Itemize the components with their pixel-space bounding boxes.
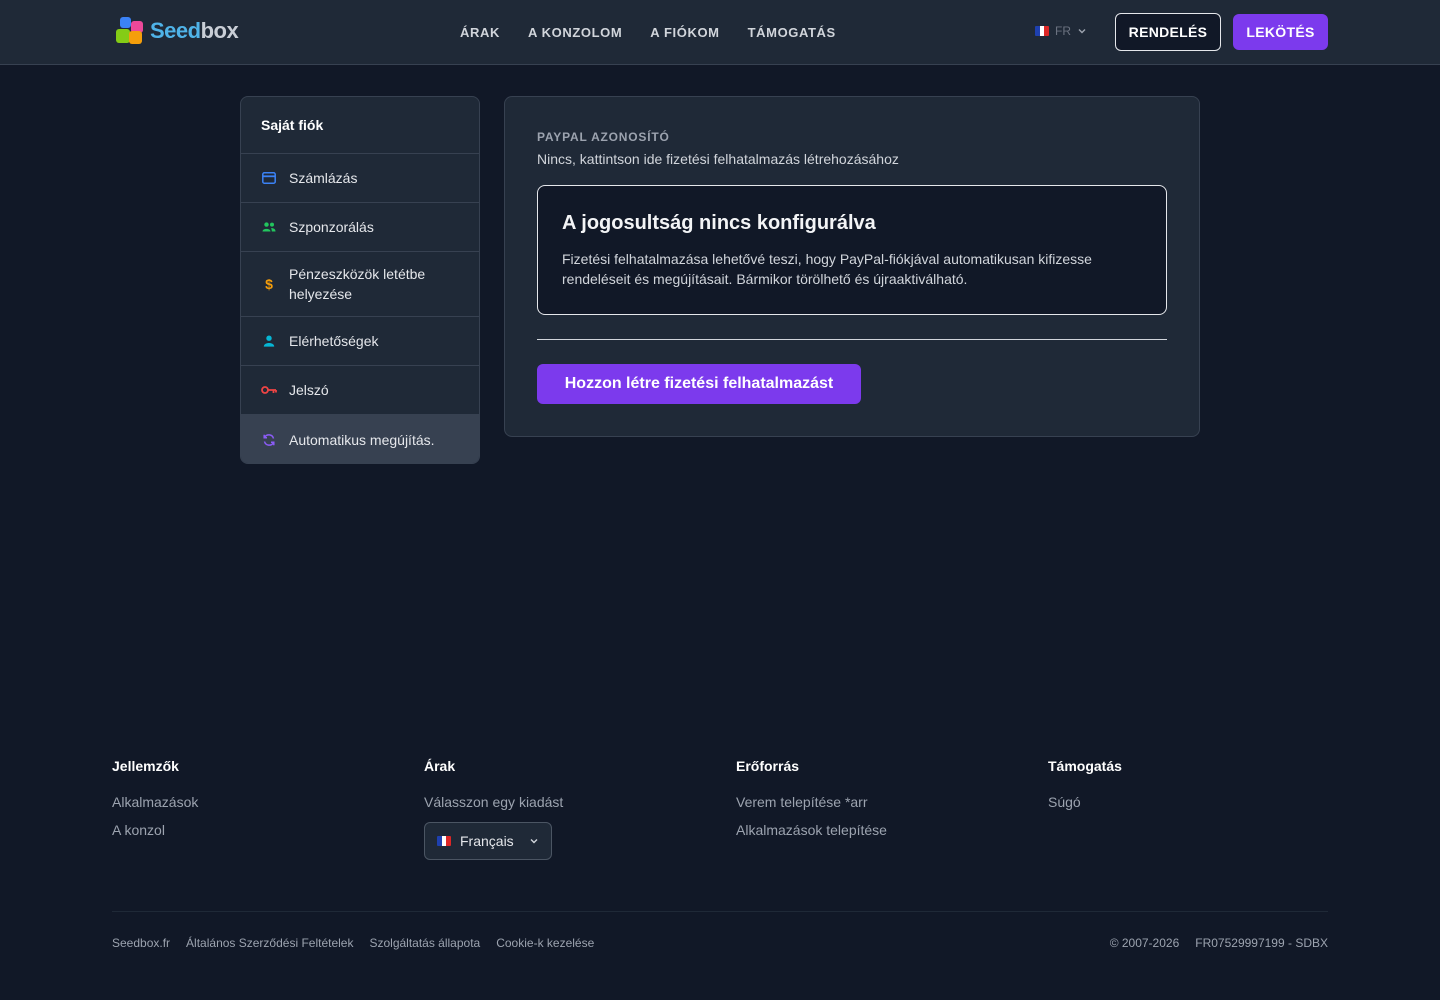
logo-cubes-icon — [114, 15, 148, 47]
auto-renewal-panel: PAYPAL AZONOSÍTÓ Nincs, kattintson ide f… — [504, 96, 1200, 437]
paypal-id-value[interactable]: Nincs, kattintson ide fizetési felhatalm… — [537, 151, 899, 167]
nav-console[interactable]: A KONZOLOM — [528, 25, 622, 40]
account-sidebar: Saját fiók Számlázás Szponzorálás $ Pénz… — [240, 96, 480, 464]
sidebar-item-label: Pénzeszközök letétbe helyezése — [289, 266, 426, 302]
sidebar-item-label: Jelszó — [289, 382, 329, 398]
authorization-alert: A jogosultság nincs konfigurálva Fizetés… — [537, 185, 1167, 315]
footer-link-cookies[interactable]: Cookie-k kezelése — [496, 936, 594, 950]
french-flag-icon — [1035, 26, 1049, 36]
footer-column-title: Erőforrás — [736, 758, 800, 774]
footer-link-help[interactable]: Súgó — [1048, 794, 1122, 812]
sidebar-item-label: Automatikus megújítás. — [289, 431, 435, 448]
paypal-id-label: PAYPAL AZONOSÍTÓ — [537, 130, 670, 144]
alert-text: Fizetési felhatalmazása lehetővé teszi, … — [562, 251, 1092, 287]
commit-button[interactable]: LEKÖTÉS — [1233, 14, 1328, 50]
footer-link-status[interactable]: Szolgáltatás állapota — [369, 936, 480, 950]
sidebar-item-sponsorship[interactable]: Szponzorálás — [241, 203, 479, 252]
create-authorization-button[interactable]: Hozzon létre fizetési felhatalmazást — [537, 364, 861, 404]
footer-link-apps[interactable]: Alkalmazások — [112, 794, 198, 812]
footer-link-terms[interactable]: Általános Szerződési Feltételek — [186, 936, 353, 950]
sidebar-item-billing[interactable]: Számlázás — [241, 154, 479, 203]
french-flag-icon — [437, 836, 451, 846]
sidebar-item-label: Számlázás — [289, 170, 358, 186]
seedbox-logo[interactable]: Seedbox — [114, 15, 246, 47]
main-nav: ÁRAK A KONZOLOM A FIÓKOM TÁMOGATÁS — [460, 0, 836, 64]
footer-column-pricing: Árak Válasszon egy kiadást Français — [424, 758, 563, 860]
footer-link-seedbox[interactable]: Seedbox.fr — [112, 936, 170, 950]
sidebar-title: Saját fiók — [241, 97, 479, 154]
footer-link-choose-edition[interactable]: Válasszon egy kiadást — [424, 794, 563, 812]
logo-wordmark: Seedbox — [150, 18, 239, 43]
footer-legal: © 2007-2026 FR07529997199 - SDBX — [1110, 936, 1328, 950]
sidebar-item-contacts[interactable]: Elérhetőségek — [241, 317, 479, 366]
dollar-icon: $ — [265, 276, 273, 292]
footer-column-resources: Erőforrás Verem telepítése *arr Alkalmaz… — [736, 758, 887, 850]
sidebar-item-label: Szponzorálás — [289, 219, 374, 235]
nav-pricing[interactable]: ÁRAK — [460, 25, 500, 40]
users-icon — [261, 219, 277, 235]
sidebar-item-label: Elérhetőségek — [289, 333, 379, 349]
footer-language-select[interactable]: Français — [424, 822, 552, 860]
chevron-down-icon — [530, 839, 538, 844]
footer-bottom-links: Seedbox.fr Általános Szerződési Feltétel… — [112, 936, 594, 950]
language-switcher[interactable]: FR — [1035, 24, 1087, 38]
order-button[interactable]: RENDELÉS — [1115, 13, 1221, 51]
company-id: FR07529997199 - SDBX — [1195, 936, 1328, 950]
footer-column-title: Jellemzők — [112, 758, 179, 774]
language-select-value: Français — [460, 833, 514, 849]
footer-link-console[interactable]: A konzol — [112, 822, 198, 840]
nav-account[interactable]: A FIÓKOM — [650, 25, 719, 40]
footer-column-features: Jellemzők Alkalmazások A konzol — [112, 758, 198, 850]
divider — [537, 339, 1167, 340]
footer-column-title: Árak — [424, 758, 456, 774]
footer-link-stack-install[interactable]: Verem telepítése *arr — [736, 794, 887, 812]
credit-card-icon — [261, 170, 277, 186]
chevron-down-icon — [1078, 29, 1086, 34]
copyright: © 2007-2026 — [1109, 936, 1180, 950]
alert-title: A jogosultság nincs konfigurálva — [562, 212, 876, 234]
nav-support[interactable]: TÁMOGATÁS — [748, 25, 836, 40]
language-code: FR — [1055, 24, 1071, 38]
footer-divider — [112, 911, 1328, 912]
key-icon — [261, 382, 277, 398]
user-icon — [261, 333, 277, 349]
footer-link-apps-install[interactable]: Alkalmazások telepítése — [736, 822, 887, 840]
sidebar-item-auto-renewal[interactable]: Automatikus megújítás. — [241, 415, 479, 463]
top-navbar: Seedbox ÁRAK A KONZOLOM A FIÓKOM TÁMOGAT… — [0, 0, 1440, 65]
refresh-icon — [261, 432, 277, 448]
footer-column-title: Támogatás — [1048, 758, 1122, 774]
footer-column-support: Támogatás Súgó — [1048, 758, 1122, 822]
sidebar-item-deposit[interactable]: $ Pénzeszközök letétbe helyezése — [241, 252, 479, 317]
sidebar-item-password[interactable]: Jelszó — [241, 366, 479, 415]
